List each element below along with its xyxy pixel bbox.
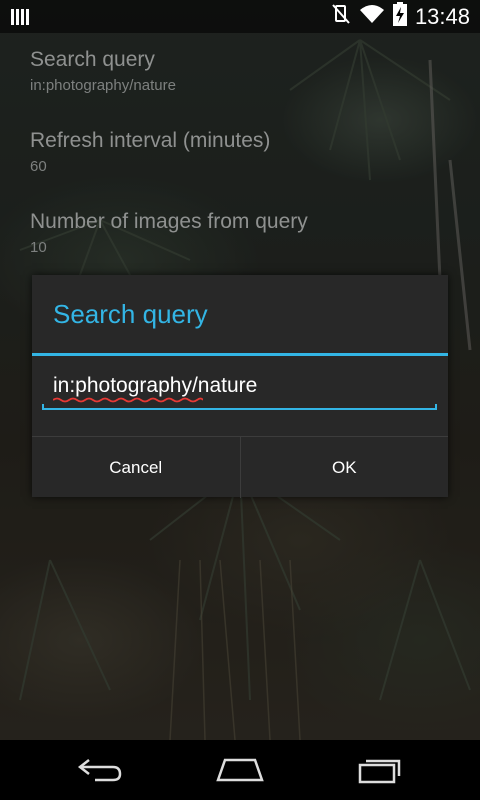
pref-refresh-interval[interactable]: Refresh interval (minutes) 60 (30, 128, 450, 177)
pref-summary: in:photography/nature (30, 77, 176, 94)
pref-title: Refresh interval (minutes) (30, 129, 271, 152)
search-query-input-value[interactable]: in:photography/nature (53, 374, 257, 398)
spellcheck-underline (53, 397, 203, 403)
navigation-bar (0, 740, 480, 800)
pref-title: Search query (30, 48, 155, 71)
status-bar: 13:48 (0, 0, 480, 33)
pref-number-of-images[interactable]: Number of images from query 10 (30, 209, 450, 258)
cancel-button[interactable]: Cancel (32, 437, 240, 498)
dialog-title-divider (32, 353, 448, 356)
pref-summary: 10 (30, 239, 47, 256)
pref-title: Number of images from query (30, 210, 308, 233)
wifi-icon (359, 3, 385, 30)
recent-apps-icon[interactable] (340, 750, 420, 790)
search-query-input[interactable]: in:photography/nature (42, 370, 437, 410)
dialog-button-bar: Cancel OK (32, 436, 448, 498)
home-icon[interactable] (200, 750, 280, 790)
ok-button[interactable]: OK (239, 437, 449, 498)
pref-summary: 60 (30, 158, 47, 175)
input-underline (42, 404, 437, 410)
clock: 13:48 (414, 3, 470, 29)
notification-bars-icon (10, 7, 30, 32)
back-icon[interactable] (60, 750, 140, 790)
battery-charging-icon (392, 2, 407, 31)
vibrate-off-icon (331, 3, 351, 30)
pref-search-query[interactable]: Search query in:photography/nature (30, 47, 450, 96)
search-query-dialog: Search query in:photography/nature Cance… (32, 275, 448, 498)
dialog-title: Search query (53, 299, 208, 329)
